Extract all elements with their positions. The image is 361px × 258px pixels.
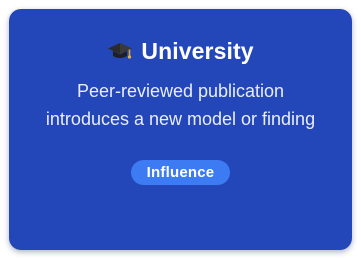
card-description: Peer-reviewed publication introduces a n…: [45, 81, 316, 129]
graduation-cap-icon: [107, 40, 133, 62]
card-header: University: [107, 37, 254, 65]
influence-badge: Influence: [130, 160, 231, 185]
card-title: University: [141, 38, 254, 64]
source-card-university[interactable]: University Peer-reviewed publication int…: [9, 9, 352, 250]
